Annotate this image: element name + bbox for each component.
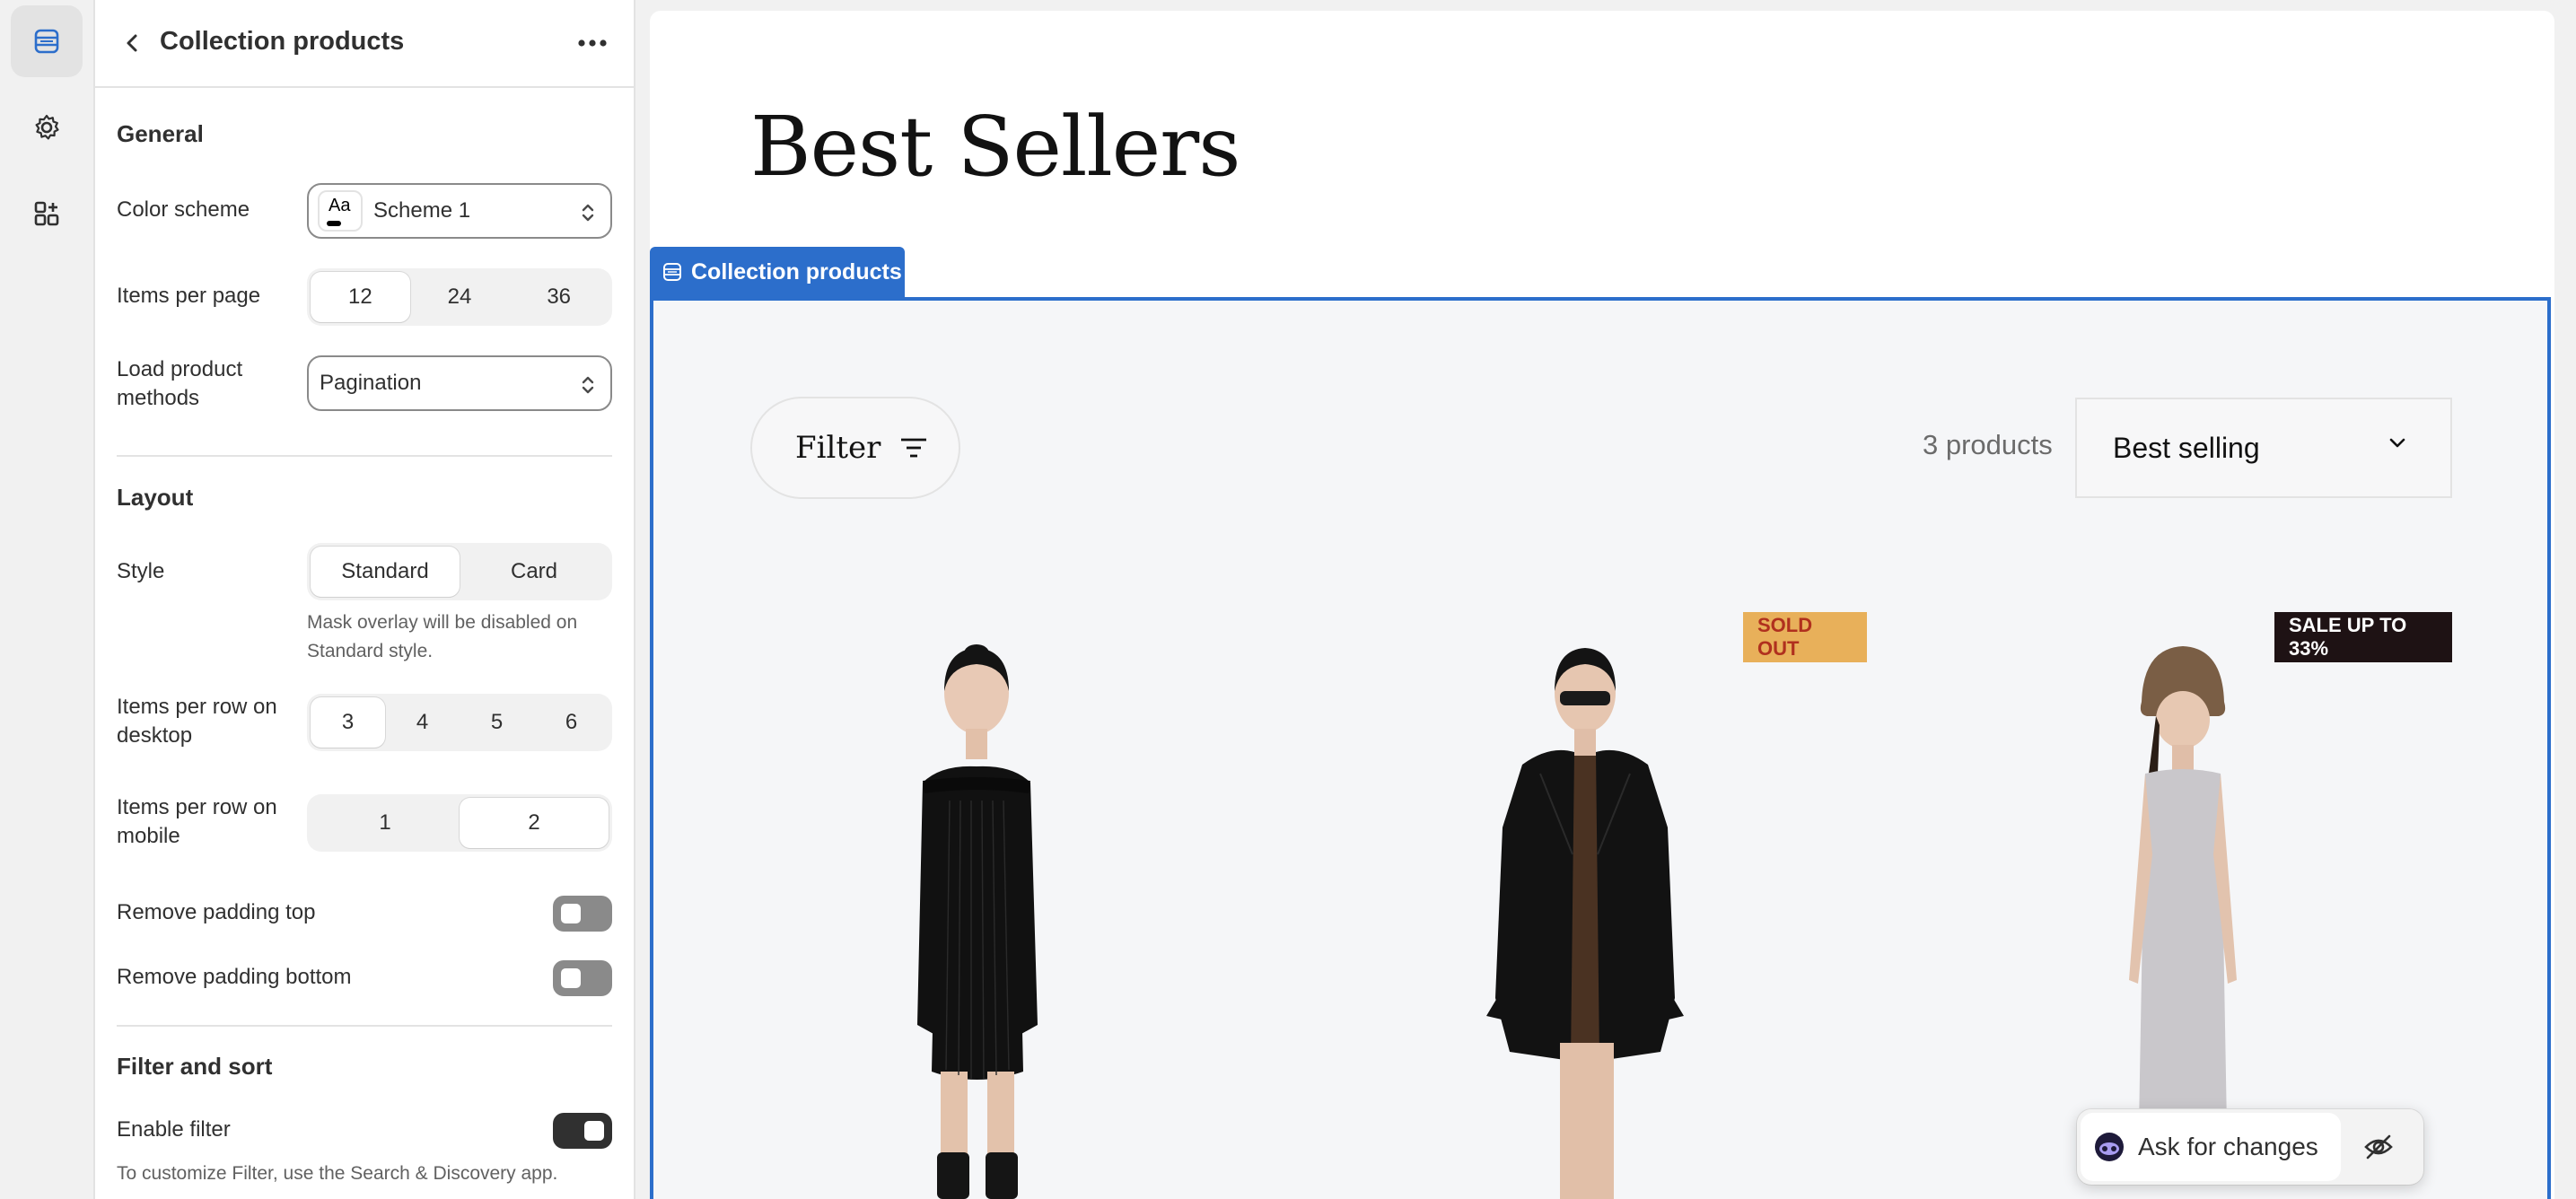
color-scheme-select[interactable]: Aa Scheme 1: [307, 183, 612, 239]
settings-gear-icon[interactable]: [11, 92, 83, 163]
page-heading: Best Sellers: [750, 99, 1240, 195]
remove-padding-bottom-toggle[interactable]: [553, 960, 612, 996]
color-scheme-swatch: Aa: [318, 190, 363, 232]
style-label: Style: [117, 559, 165, 583]
items-per-page-segmented: 12 24 36: [307, 268, 612, 326]
ask-for-changes-label: Ask for changes: [2138, 1133, 2318, 1160]
sold-out-badge: SOLD OUT: [1743, 612, 1867, 662]
mobile-1[interactable]: 1: [311, 798, 460, 848]
layout-heading: Layout: [117, 484, 194, 511]
style-segmented: Standard Card: [307, 543, 612, 600]
more-options-icon[interactable]: [569, 23, 616, 63]
load-methods-select[interactable]: Pagination: [307, 355, 612, 411]
chevron-down-icon: [2388, 437, 2407, 454]
load-methods-label: Load product methods: [117, 357, 243, 410]
color-scheme-value: Scheme 1: [373, 198, 471, 223]
enable-filter-toggle[interactable]: [553, 1113, 612, 1149]
section-tag[interactable]: Collection products: [650, 247, 905, 297]
desktop-6[interactable]: 6: [534, 697, 609, 748]
section-settings-panel: Collection products General Color scheme…: [95, 0, 635, 1199]
style-card[interactable]: Card: [460, 547, 609, 597]
select-arrows-icon: [580, 373, 596, 401]
sort-select[interactable]: Best selling: [2075, 398, 2452, 498]
ask-for-changes-bar: Ask for changes: [2077, 1109, 2423, 1185]
product-count: 3 products: [1923, 429, 2053, 460]
items-per-page-24[interactable]: 24: [410, 272, 510, 322]
divider: [117, 1025, 612, 1027]
desktop-3[interactable]: 3: [311, 697, 385, 748]
window-edge: [2556, 0, 2576, 1199]
items-per-row-desktop-segmented: 3 4 5 6: [307, 694, 612, 751]
product-image-leather-jacket: [1486, 648, 1684, 1199]
filter-button[interactable]: Filter: [750, 397, 960, 499]
color-scheme-label: Color scheme: [117, 197, 250, 222]
enable-filter-help: To customize Filter, use the Search & Di…: [117, 1163, 558, 1184]
remove-padding-top-toggle[interactable]: [553, 896, 612, 932]
remove-padding-bottom-label: Remove padding bottom: [117, 965, 352, 989]
app-rail: [0, 0, 95, 1199]
items-per-row-mobile-label: Items per row on mobile: [117, 795, 277, 848]
items-per-row-desktop-label: Items per row on desktop: [117, 695, 277, 748]
load-methods-value: Pagination: [320, 371, 422, 395]
remove-padding-top-label: Remove padding top: [117, 900, 316, 924]
section-tag-icon: [662, 262, 682, 282]
theme-preview: Best Sellers Collection products Filter …: [650, 11, 2554, 1199]
select-arrows-icon: [580, 201, 596, 229]
sidekick-icon: [2093, 1131, 2125, 1163]
items-per-page-label: Items per page: [117, 284, 261, 308]
divider: [117, 455, 612, 457]
panel-title: Collection products: [160, 27, 405, 56]
sections-icon[interactable]: [11, 5, 83, 77]
desktop-4[interactable]: 4: [385, 697, 460, 748]
style-help-text: Mask overlay will be disabled on Standar…: [307, 612, 578, 661]
product-card-1[interactable]: [887, 639, 1066, 1199]
filter-lines-icon: [900, 437, 927, 459]
apps-icon[interactable]: [11, 178, 83, 249]
product-image-black-dress: [917, 644, 1038, 1199]
desktop-5[interactable]: 5: [460, 697, 534, 748]
ask-for-changes-button[interactable]: Ask for changes: [2081, 1113, 2341, 1181]
filter-sort-heading: Filter and sort: [117, 1053, 273, 1080]
hide-eye-icon[interactable]: [2352, 1124, 2405, 1170]
filter-label: Filter: [795, 430, 881, 466]
sale-badge: SALE UP TO 33%: [2274, 612, 2452, 662]
back-arrow-icon[interactable]: [113, 23, 153, 63]
product-card-2[interactable]: [1477, 639, 1693, 1199]
enable-filter-label: Enable filter: [117, 1117, 231, 1142]
general-heading: General: [117, 120, 204, 147]
items-per-page-12[interactable]: 12: [311, 272, 410, 322]
section-tag-label: Collection products: [691, 258, 902, 284]
mobile-2[interactable]: 2: [460, 798, 609, 848]
sort-value: Best selling: [2113, 431, 2260, 464]
items-per-row-mobile-segmented: 1 2: [307, 794, 612, 852]
style-standard[interactable]: Standard: [311, 547, 460, 597]
panel-header: Collection products: [95, 0, 634, 88]
items-per-page-36[interactable]: 36: [509, 272, 609, 322]
